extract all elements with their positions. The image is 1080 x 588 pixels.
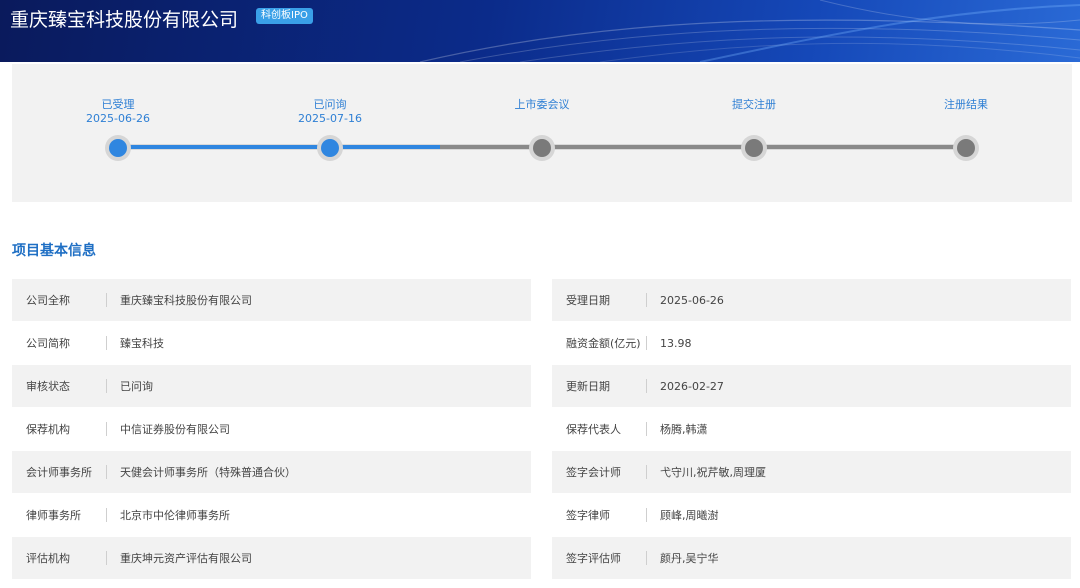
info-row: 评估机构 重庆坤元资产评估有限公司 [12,537,531,579]
info-value: 天健会计师事务所（特殊普通合伙） [120,466,296,479]
info-label: 审核状态 [26,380,70,393]
divider [646,422,647,436]
step-node-accepted [105,135,131,161]
step-accepted-label: 已受理 2025-06-26 [58,98,178,126]
info-value: 13.98 [660,336,692,350]
info-row: 会计师事务所 天健会计师事务所（特殊普通合伙） [12,451,531,493]
info-row: 审核状态 已问询 [12,365,531,407]
info-value: 重庆臻宝科技股份有限公司 [120,294,252,307]
divider [106,508,107,522]
info-row: 受理日期 2025-06-26 [552,279,1071,321]
info-row: 更新日期 2026-02-27 [552,365,1071,407]
divider [646,465,647,479]
board-badge: 科创板IPO [256,8,313,24]
info-label: 签字会计师 [566,466,621,479]
step-submit-registration-label: 提交注册 [694,98,814,112]
info-label: 受理日期 [566,294,610,307]
divider [646,379,647,393]
info-row: 融资金额(亿元) 13.98 [552,322,1071,364]
info-row: 签字评估师 颜丹,吴宁华 [552,537,1071,579]
info-value: 2025-06-26 [660,293,724,307]
info-value: 重庆坤元资产评估有限公司 [120,552,252,565]
step-name: 上市委会议 [514,98,570,111]
step-name: 已问询 [313,98,347,111]
info-row: 公司简称 臻宝科技 [12,322,531,364]
info-label: 会计师事务所 [26,466,92,479]
divider [106,551,107,565]
info-row: 公司全称 重庆臻宝科技股份有限公司 [12,279,531,321]
info-row: 保荐机构 中信证券股份有限公司 [12,408,531,450]
info-value: 2026-02-27 [660,379,724,393]
divider [646,508,647,522]
info-label: 律师事务所 [26,509,81,522]
info-value: 中信证券股份有限公司 [120,423,230,436]
info-value: 已问询 [120,380,153,393]
step-name: 注册结果 [944,98,988,111]
info-value: 顾峰,周曦澍 [660,509,719,522]
divider [106,379,107,393]
info-label: 公司简称 [26,337,70,350]
divider [106,465,107,479]
info-value: 杨腾,韩潇 [660,423,708,436]
info-label: 更新日期 [566,380,610,393]
info-label: 保荐机构 [26,423,70,436]
step-registration-result-label: 注册结果 [906,98,1026,112]
info-label: 保荐代表人 [566,423,621,436]
info-label: 签字评估师 [566,552,621,565]
review-progress-panel: 已受理 2025-06-26 已问询 2025-07-16 上市委会议 提交注册… [12,64,1072,202]
info-value: 弋守川,祝芹敏,周理厦 [660,466,766,479]
info-label: 评估机构 [26,552,70,565]
info-row: 保荐代表人 杨腾,韩潇 [552,408,1071,450]
step-node-registration-result [953,135,979,161]
progress-track-fill [118,145,441,149]
step-node-inquired [317,135,343,161]
step-inquired-label: 已问询 2025-07-16 [270,98,390,126]
info-label: 融资金额(亿元) [566,337,641,350]
step-date: 2025-06-26 [86,112,150,125]
section-title: 项目基本信息 [12,243,96,259]
info-row: 签字会计师 弋守川,祝芹敏,周理厦 [552,451,1071,493]
divider [106,422,107,436]
info-value: 北京市中伦律师事务所 [120,509,230,522]
header-banner: 重庆臻宝科技股份有限公司 科创板IPO [0,0,1080,62]
info-value: 颜丹,吴宁华 [660,552,719,565]
info-row: 签字律师 顾峰,周曦澍 [552,494,1071,536]
divider [106,293,107,307]
step-listing-committee-label: 上市委会议 [482,98,602,112]
info-label: 公司全称 [26,294,70,307]
info-label: 签字律师 [566,509,610,522]
company-title: 重庆臻宝科技股份有限公司 [10,9,239,31]
info-row: 律师事务所 北京市中伦律师事务所 [12,494,531,536]
info-value: 臻宝科技 [120,337,164,350]
divider [646,336,647,350]
step-name: 提交注册 [732,98,776,111]
step-node-submit-registration [741,135,767,161]
divider [646,551,647,565]
step-date: 2025-07-16 [298,112,362,125]
divider [646,293,647,307]
divider [106,336,107,350]
step-node-listing-committee [529,135,555,161]
step-name: 已受理 [101,98,135,111]
